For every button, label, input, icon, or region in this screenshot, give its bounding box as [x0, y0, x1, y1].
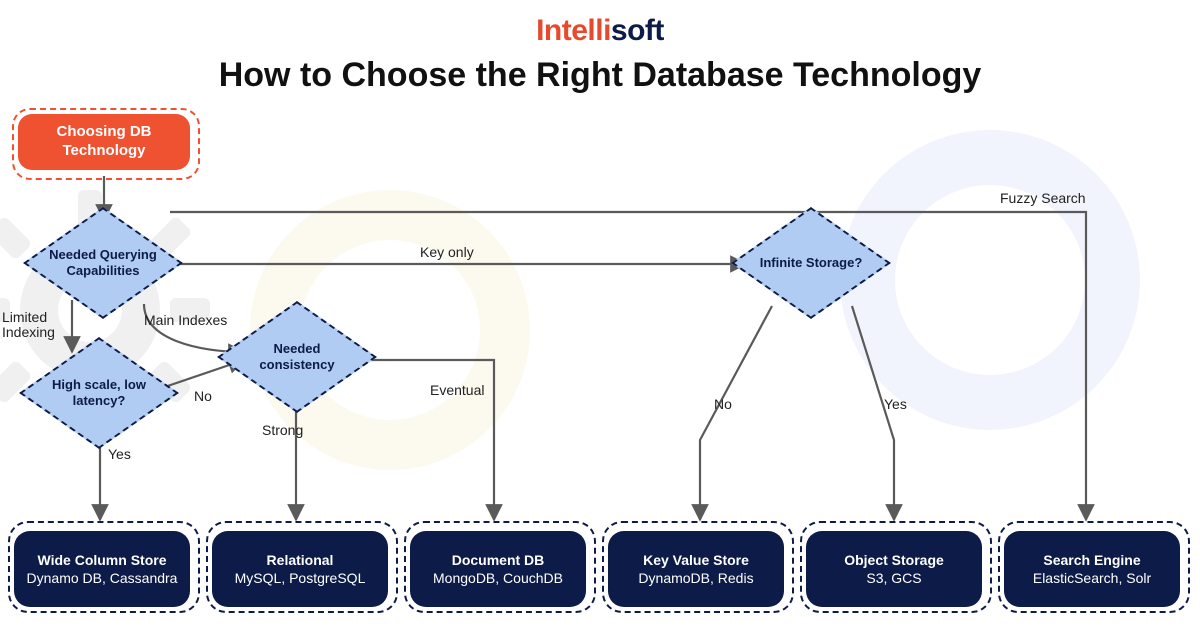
edge-label-no2: No	[714, 396, 732, 412]
edge-label-fuzzy: Fuzzy Search	[1000, 190, 1086, 206]
result-title: Relational	[267, 551, 334, 569]
result-title: Search Engine	[1043, 551, 1140, 569]
brand-logo: Intellisoft	[0, 14, 1200, 48]
result-wide-column: Wide Column StoreDynamo DB, Cassandra	[14, 531, 190, 607]
edge-label-keyonly: Key only	[420, 244, 474, 260]
result-sub: DynamoDB, Redis	[638, 569, 753, 587]
edge-label-yes1: Yes	[108, 446, 131, 462]
decision-consistency: Needed consistency	[232, 312, 362, 402]
diagram-canvas: Intellisoft How to Choose the Right Data…	[0, 0, 1200, 627]
decision-label: Needed consistency	[232, 312, 362, 402]
result-object: Object StorageS3, GCS	[806, 531, 982, 607]
edge-label-strong: Strong	[262, 422, 303, 438]
result-title: Key Value Store	[643, 551, 749, 569]
result-sub: MySQL, PostgreSQL	[235, 569, 366, 587]
decision-querying: Needed Querying Capabilities	[38, 218, 168, 308]
edge-label-eventual: Eventual	[430, 382, 484, 398]
result-sub: Dynamo DB, Cassandra	[27, 569, 178, 587]
page-title: How to Choose the Right Database Technol…	[0, 56, 1200, 95]
result-search: Search EngineElasticSearch, Solr	[1004, 531, 1180, 607]
edge-label-mainidx: Main Indexes	[144, 312, 227, 328]
result-sub: MongoDB, CouchDB	[433, 569, 563, 587]
decision-label: High scale, low latency?	[34, 348, 164, 438]
result-sub: ElasticSearch, Solr	[1033, 569, 1151, 587]
result-title: Object Storage	[844, 551, 944, 569]
result-sub: S3, GCS	[866, 569, 921, 587]
edge-label-no1: No	[194, 388, 212, 404]
logo-part-2: soft	[611, 14, 664, 47]
decision-label: Needed Querying Capabilities	[38, 218, 168, 308]
result-document: Document DBMongoDB, CouchDB	[410, 531, 586, 607]
edge-label-yes2: Yes	[884, 396, 907, 412]
edge-label-limidx: Limited Indexing	[2, 310, 66, 341]
start-node: Choosing DB Technology	[18, 114, 190, 170]
decision-infinite-storage: Infinite Storage?	[746, 218, 876, 308]
result-title: Document DB	[452, 551, 545, 569]
decision-label: Infinite Storage?	[746, 218, 876, 308]
result-relational: RelationalMySQL, PostgreSQL	[212, 531, 388, 607]
result-title: Wide Column Store	[38, 551, 167, 569]
decision-scale-latency: High scale, low latency?	[34, 348, 164, 438]
logo-part-1: Intelli	[536, 14, 611, 47]
result-keyvalue: Key Value StoreDynamoDB, Redis	[608, 531, 784, 607]
